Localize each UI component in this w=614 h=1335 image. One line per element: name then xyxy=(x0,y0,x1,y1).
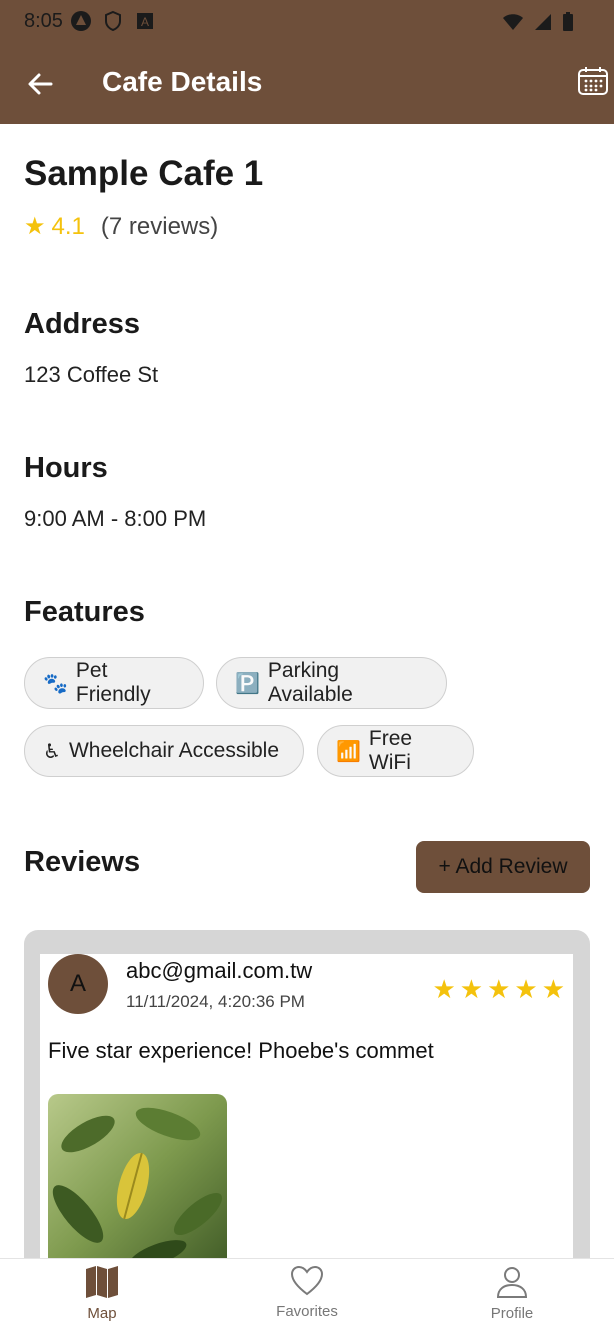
feature-chip-wifi: 📶 Free WiFi xyxy=(317,725,474,777)
review-stars: ★ ★ ★ ★ ★ xyxy=(432,974,565,1005)
review-photo[interactable] xyxy=(48,1094,227,1274)
star-icon: ★ xyxy=(432,974,456,1004)
feature-label: Free WiFi xyxy=(368,727,413,774)
cafe-name: Sample Cafe 1 xyxy=(24,154,264,193)
battery-icon xyxy=(563,12,573,31)
bottom-nav: Map Favorites Profile xyxy=(0,1258,614,1335)
star-icon: ★ xyxy=(459,974,484,1004)
status-time: 8:05 xyxy=(24,10,63,32)
nav-label: Map xyxy=(87,1305,117,1322)
paw-icon: 🐾 xyxy=(43,672,68,695)
add-review-button[interactable]: + Add Review xyxy=(416,841,590,893)
calendar-icon xyxy=(578,67,608,95)
feature-label: Pet Friendly xyxy=(75,659,151,706)
star-icon: ★ xyxy=(487,974,511,1004)
feature-label: Wheelchair Accessible xyxy=(68,739,280,762)
a-badge-icon: A xyxy=(137,13,153,29)
reviewer-email: abc@gmail.com.tw xyxy=(126,958,313,983)
arrow-back-icon xyxy=(28,73,53,95)
avatar: A xyxy=(48,954,108,1014)
nav-item-profile[interactable]: Profile xyxy=(452,1265,572,1322)
review-text: Five star experience! Phoebe's commet xyxy=(48,1038,434,1063)
back-button[interactable] xyxy=(20,64,60,104)
feature-chip-pet-friendly: 🐾 Pet Friendly xyxy=(24,657,204,709)
nav-label: Profile xyxy=(490,1305,534,1322)
leaf-photo-image xyxy=(48,1094,227,1274)
feature-label: Parking Available xyxy=(267,659,353,706)
wifi-icon: 📶 xyxy=(336,740,361,763)
features-heading: Features xyxy=(24,596,145,628)
page-title: Cafe Details xyxy=(102,66,263,97)
status-icons-right xyxy=(502,12,574,32)
address-heading: Address xyxy=(24,308,141,340)
app-notification-icon xyxy=(71,11,91,31)
address-value: 123 Coffee St xyxy=(24,362,159,387)
rating-value: 4.1 xyxy=(51,212,85,240)
hours-heading: Hours xyxy=(24,452,108,484)
nav-label: Favorites xyxy=(276,1303,338,1320)
star-icon: ★ xyxy=(24,213,46,240)
nav-item-favorites[interactable]: Favorites xyxy=(247,1265,367,1320)
signal-icon xyxy=(535,14,551,30)
person-icon xyxy=(496,1267,528,1298)
wheelchair-icon: ♿ xyxy=(43,740,61,763)
review-date: 11/11/2024, 4:20:36 PM xyxy=(126,992,305,1011)
hours-value: 9:00 AM - 8:00 PM xyxy=(24,506,207,531)
feature-chip-wheelchair: ♿ Wheelchair Accessible xyxy=(24,725,304,777)
parking-icon: 🅿️ xyxy=(235,672,260,695)
star-icon: ★ xyxy=(541,974,565,1004)
heart-icon xyxy=(290,1265,324,1296)
shield-icon xyxy=(105,10,121,32)
feature-chip-parking: 🅿️ Parking Available xyxy=(216,657,447,709)
wifi-status-icon xyxy=(503,14,523,30)
star-icon: ★ xyxy=(514,974,538,1004)
calendar-button[interactable] xyxy=(574,62,612,100)
review-count: (7 reviews) xyxy=(100,212,219,240)
reviews-heading: Reviews xyxy=(24,846,141,878)
map-icon xyxy=(86,1266,118,1298)
status-bar: 8:05 A xyxy=(0,0,614,44)
status-icons-left: A xyxy=(70,10,156,32)
svg-text:A: A xyxy=(141,15,149,29)
app-bar: Cafe Details xyxy=(0,44,614,124)
nav-item-map[interactable]: Map xyxy=(42,1265,162,1322)
rating-row: ★ 4.1 (7 reviews) xyxy=(24,212,218,241)
